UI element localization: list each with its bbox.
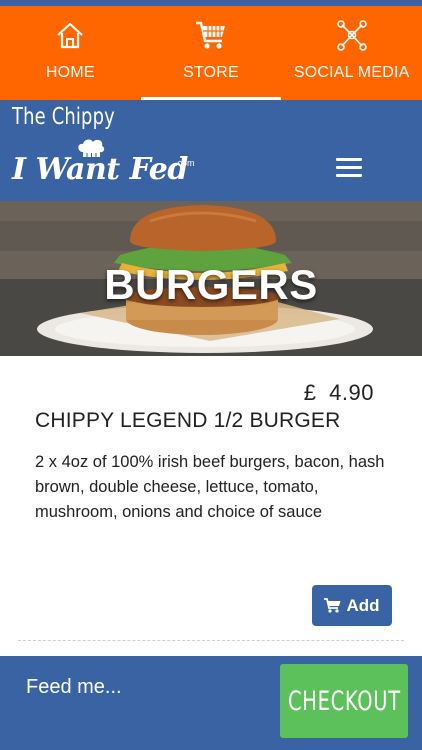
tab-bar: HOME STORE SOCIAL MEDIA xyxy=(0,6,422,100)
price-value: 4.90 xyxy=(329,380,374,405)
menu-icon[interactable] xyxy=(336,158,362,178)
tab-store[interactable]: STORE xyxy=(140,6,282,100)
item-description: 2 x 4oz of 100% irish beef burgers, baco… xyxy=(35,453,385,521)
footer-bar: Feed me... CHECKOUT xyxy=(0,656,422,750)
category-hero: BURGERS xyxy=(0,201,422,356)
cart-icon xyxy=(194,18,228,52)
logo-suffix: .com xyxy=(175,158,195,168)
category-title: BURGERS xyxy=(104,261,318,308)
menu-item-card: £ 4.90 CHIPPY LEGEND 1/2 BURGER 2 x 4oz … xyxy=(0,356,422,656)
cart-icon xyxy=(324,598,341,613)
feed-me-label: Feed me... xyxy=(26,676,122,698)
chef-hat-icon xyxy=(78,139,105,157)
brand-header: The Chippy I Want Fed .com xyxy=(0,100,422,201)
checkout-label: CHECKOUT xyxy=(287,685,401,717)
add-to-cart-button[interactable]: Add xyxy=(312,585,392,626)
logo[interactable]: I Want Fed .com xyxy=(12,139,212,194)
price-currency: £ xyxy=(303,380,317,405)
tab-store-label: STORE xyxy=(183,64,239,81)
tab-home[interactable]: HOME xyxy=(0,6,141,100)
item-divider xyxy=(18,640,404,641)
add-label: Add xyxy=(346,595,380,615)
tab-social-media[interactable]: SOCIAL MEDIA xyxy=(281,6,422,100)
item-price: £ 4.90 xyxy=(304,380,374,406)
checkout-button[interactable]: CHECKOUT xyxy=(280,664,408,738)
network-icon xyxy=(335,18,369,52)
tab-home-label: HOME xyxy=(45,64,95,81)
tab-social-media-label: SOCIAL MEDIA xyxy=(293,64,410,81)
item-title: CHIPPY LEGEND 1/2 BURGER xyxy=(35,409,341,432)
home-icon xyxy=(53,18,87,52)
place-name: The Chippy xyxy=(12,104,115,130)
